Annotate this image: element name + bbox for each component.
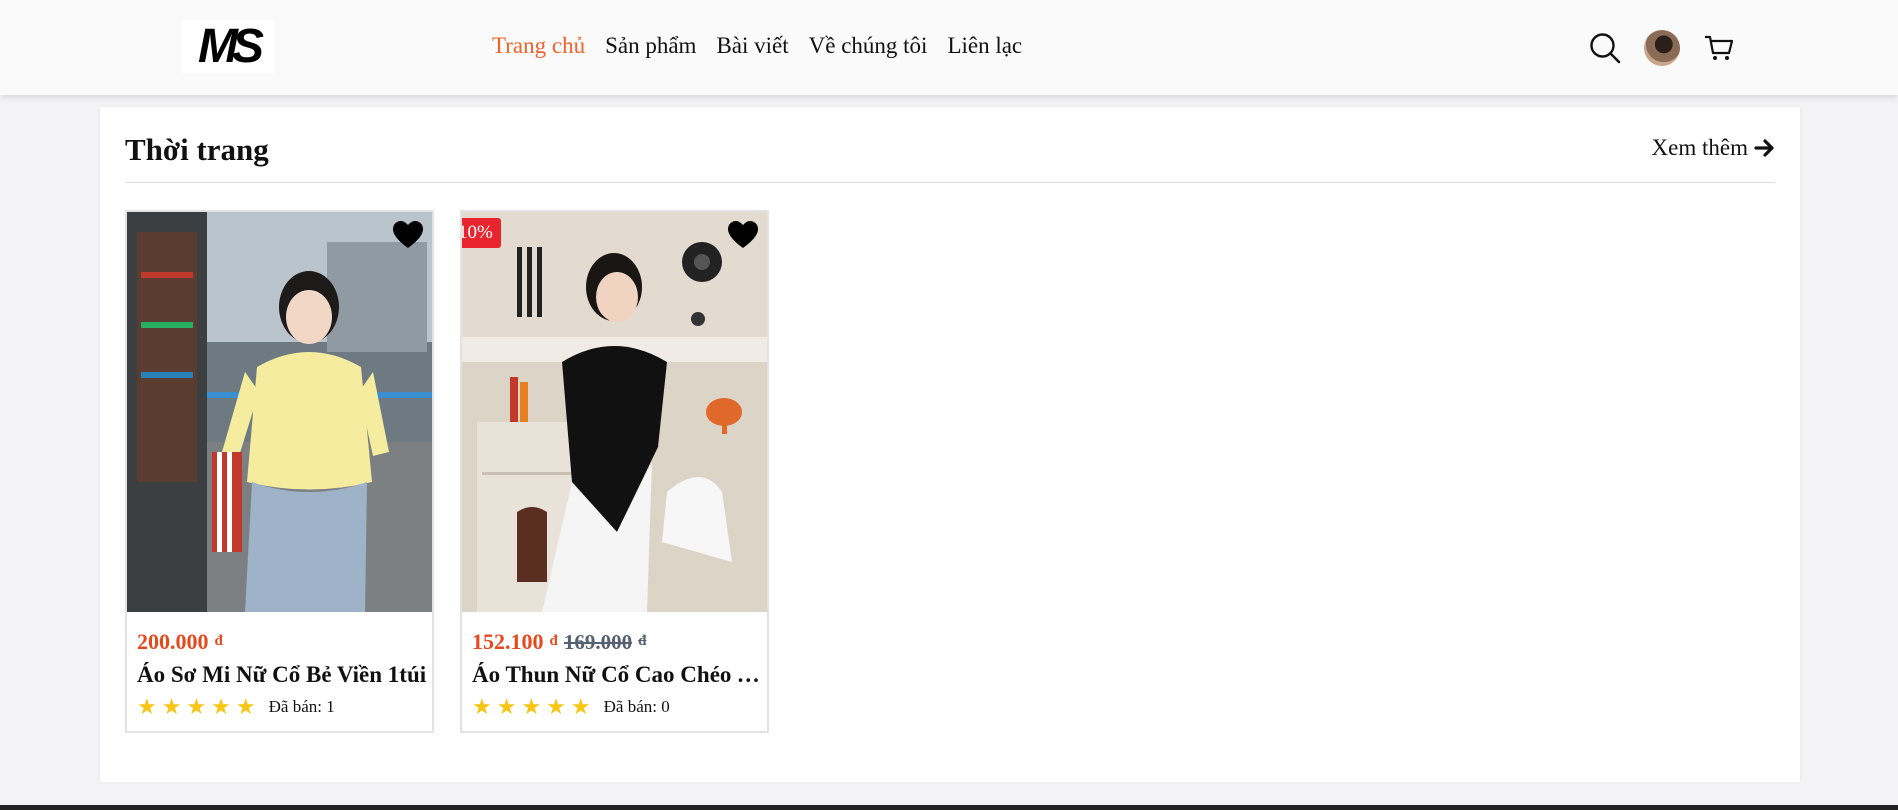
sold-count: Đã bán: 1: [268, 697, 335, 716]
nav-item-contact[interactable]: Liên lạc: [947, 33, 1022, 59]
footer-edge: [0, 805, 1898, 810]
price-row: 152.100 đ 169.000 đ: [472, 629, 646, 655]
product-card[interactable]: 10% 152.100 đ 169.000 đ Áo Thun Nữ Cổ Ca…: [460, 210, 769, 733]
see-more-label: Xem thêm: [1651, 135, 1748, 160]
avatar[interactable]: [1644, 30, 1680, 66]
nav-item-products[interactable]: Sản phẩm: [605, 33, 696, 59]
original-currency-symbol: đ: [638, 633, 647, 649]
rating-row: ★★★★★ Đã bán: 0: [472, 694, 670, 720]
product-photo-shirt: [127, 212, 432, 612]
cart-icon: [1705, 35, 1734, 60]
nav-item-home[interactable]: Trang chủ: [492, 33, 585, 59]
heart-icon[interactable]: [392, 220, 424, 250]
star-rating: ★★★★★: [137, 694, 261, 719]
product-price: 152.100: [472, 629, 544, 654]
price-row: 200.000 đ: [137, 629, 223, 655]
product-price: 200.000: [137, 629, 209, 654]
main-nav: Trang chủ Sản phẩm Bài viết Về chúng tôi…: [492, 33, 1022, 59]
search-icon: [1590, 33, 1621, 64]
original-price: 169.000: [563, 630, 633, 654]
discount-badge: 10%: [462, 218, 501, 248]
heart-icon[interactable]: [727, 220, 759, 250]
star-rating: ★★★★★: [472, 694, 596, 719]
product-card[interactable]: 200.000 đ Áo Sơ Mi Nữ Cổ Bẻ Viền 1túi ★★…: [125, 210, 434, 733]
product-name[interactable]: Áo Thun Nữ Cổ Cao Chéo Vạt: [472, 662, 762, 688]
see-more-link[interactable]: Xem thêm: [1652, 135, 1776, 161]
logo[interactable]: MS: [182, 20, 274, 73]
product-name[interactable]: Áo Sơ Mi Nữ Cổ Bẻ Viền 1túi: [137, 662, 427, 688]
nav-item-articles[interactable]: Bài viết: [716, 33, 788, 59]
product-image[interactable]: [127, 212, 432, 612]
currency-symbol: đ: [549, 633, 558, 649]
divider: [125, 182, 1775, 183]
nav-item-about[interactable]: Về chúng tôi: [809, 33, 928, 59]
arrow-right-icon: [1754, 139, 1774, 157]
cart-button[interactable]: [1702, 31, 1736, 65]
search-button[interactable]: [1588, 31, 1622, 65]
product-photo-tshirt: [462, 212, 767, 612]
fashion-section: Thời trang Xem thêm 200.000 đ Áo Sơ Mi N…: [100, 107, 1800, 782]
section-title: Thời trang: [125, 132, 269, 167]
product-image[interactable]: 10%: [462, 212, 767, 612]
logo-text: MS: [198, 19, 264, 73]
site-header: MS Trang chủ Sản phẩm Bài viết Về chúng …: [0, 0, 1898, 95]
sold-count: Đã bán: 0: [603, 697, 670, 716]
rating-row: ★★★★★ Đã bán: 1: [137, 694, 335, 720]
currency-symbol: đ: [214, 633, 223, 649]
header-actions: [1588, 30, 1736, 66]
